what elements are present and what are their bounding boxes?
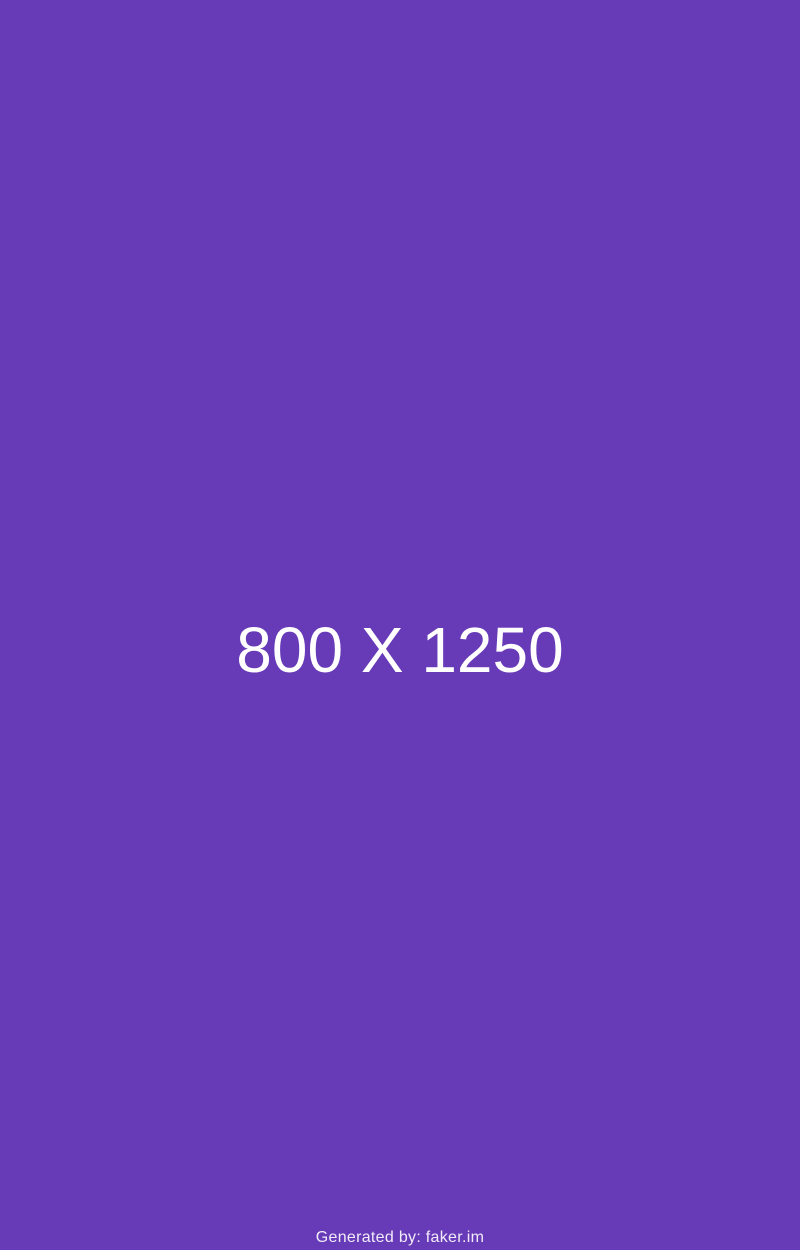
placeholder-image: 800 X 1250 Generated by: faker.im — [0, 0, 800, 1250]
dimensions-label: 800 X 1250 — [236, 614, 564, 686]
generator-credit: Generated by: faker.im — [315, 1229, 485, 1246]
